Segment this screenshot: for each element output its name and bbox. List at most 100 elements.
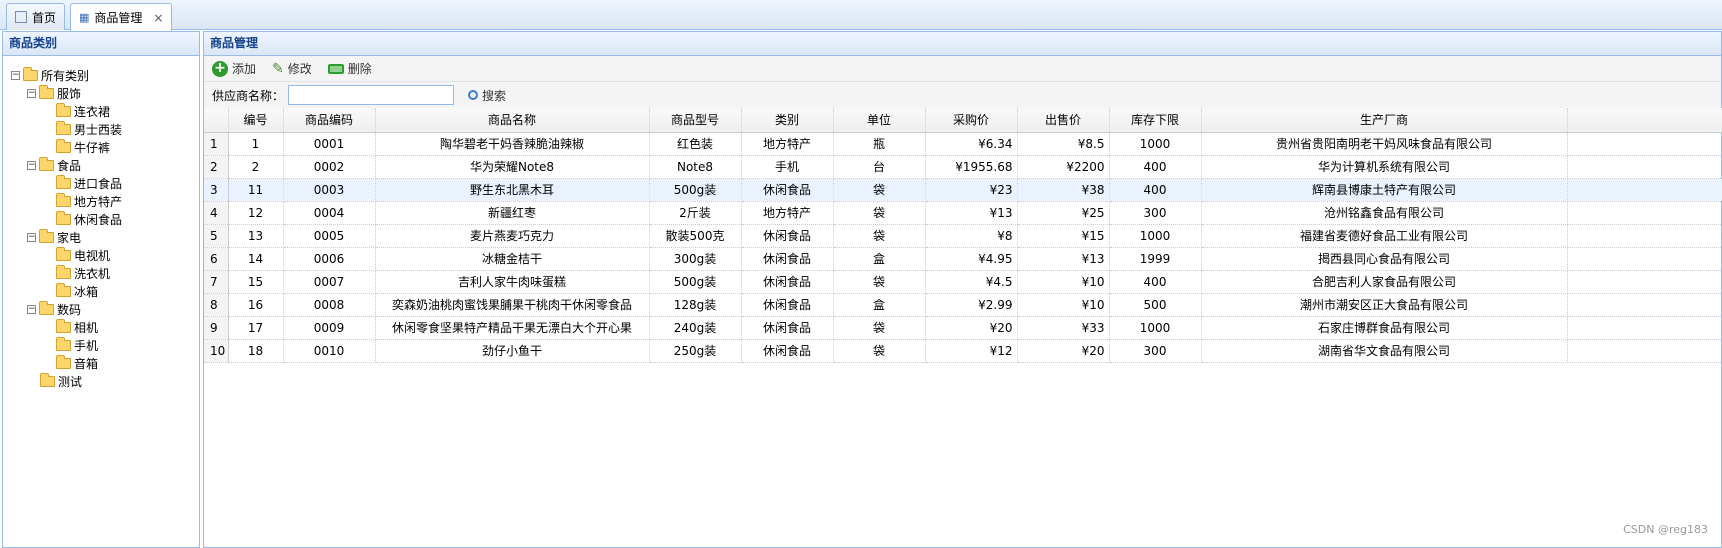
product-panel-title: 商品管理 — [204, 32, 1721, 56]
table-cell: 13 — [228, 224, 284, 248]
column-header[interactable]: 单位 — [833, 108, 926, 133]
table-row[interactable]: 10 18 0010 劲仔小鱼干 250g装 休闲食品袋 ¥12 ¥20 300 湖南省华文食品有… — [204, 339, 1722, 363]
tree-node-label: 食品 — [57, 158, 82, 173]
table-cell: 休闲食品 — [741, 293, 834, 317]
tree-node[interactable]: 测试 — [3, 372, 199, 390]
row-filler — [1567, 132, 1722, 156]
table-cell: 沧州铭鑫食品有限公司 — [1201, 201, 1568, 225]
search-button[interactable]: 搜索 — [468, 87, 506, 104]
table-cell: 冰糖金桔干 — [375, 247, 650, 271]
tree-node[interactable]: 牛仔裤 — [3, 138, 199, 156]
search-button-label: 搜索 — [482, 88, 507, 103]
table-cell: 11 — [228, 178, 284, 202]
row-number: 2 — [204, 155, 229, 179]
tree-node[interactable]: 相机 — [3, 318, 199, 336]
tree-node-label: 地方特产 — [74, 194, 123, 209]
tree-node[interactable]: 音箱 — [3, 354, 199, 372]
column-header[interactable]: 商品名称 — [375, 108, 650, 133]
tree-node[interactable]: 男士西装 — [3, 120, 199, 138]
add-button-label: 添加 — [232, 62, 257, 76]
tree-node[interactable]: − 食品 — [3, 156, 199, 174]
table-row[interactable]: 4 12 0004 新疆红枣 2斤装 地方特产袋 ¥13 ¥25 300 沧州铭鑫食品有限公司 — [204, 201, 1722, 225]
delete-button[interactable]: 删除 — [327, 60, 372, 77]
collapse-icon[interactable]: − — [27, 160, 36, 170]
category-panel: 商品类别 − 所有类别 − 服饰 连衣裙 男士西装 牛仔裤 − 食品进口食品地方特产 休闲食品 − 家… — [2, 31, 200, 548]
category-panel-title: 商品类别 — [3, 32, 199, 56]
column-header[interactable]: 出售价 — [1017, 108, 1110, 133]
row-number: 9 — [204, 316, 229, 340]
tree-node[interactable]: 进口食品 — [3, 174, 199, 192]
column-header[interactable]: 商品编码 — [283, 108, 376, 133]
folder-icon — [39, 84, 54, 99]
table-cell: 休闲食品 — [741, 270, 834, 294]
table-cell: 2斤装 — [649, 201, 742, 225]
tab-home-label: 首页 — [32, 10, 57, 25]
table-row[interactable]: 7 15 0007 吉利人家牛肉味蛋糕 500g装 休闲食品袋 ¥4.5 ¥10 400 合肥吉利… — [204, 270, 1722, 294]
tree-node-label: 冰箱 — [74, 284, 99, 299]
column-header[interactable]: 采购价 — [925, 108, 1018, 133]
column-header[interactable]: 类别 — [741, 108, 834, 133]
collapse-icon[interactable]: − — [27, 232, 36, 242]
tree-node[interactable]: 电视机 — [3, 246, 199, 264]
tree-node[interactable]: 洗衣机 — [3, 264, 199, 282]
table-cell: 辉南县博康土特产有限公司 — [1201, 178, 1568, 202]
folder-icon — [56, 354, 71, 369]
tree-node[interactable]: 手机 — [3, 336, 199, 354]
add-button[interactable]: + 添加 — [212, 60, 256, 77]
table-cell: 1999 — [1109, 247, 1202, 271]
row-number-header — [204, 108, 229, 133]
column-header[interactable]: 商品型号 — [649, 108, 742, 133]
folder-icon — [56, 246, 71, 261]
tab-product-management[interactable]: ▦ 商品管理 × — [70, 3, 173, 31]
table-row[interactable]: 5 13 0005 麦片燕麦巧克力 散装500克 休闲食品袋 ¥8 ¥15 1000 福建省麦德好… — [204, 224, 1722, 248]
table-cell: 0005 — [283, 224, 376, 248]
column-header[interactable]: 生产厂商 — [1201, 108, 1568, 133]
table-cell: ¥6.34 — [925, 132, 1018, 156]
table-row[interactable]: 8 16 0008 奕森奶油桃肉蜜饯果脯果干桃肉干休闲零食品 128g装 休闲食品盒 ¥2.… — [204, 293, 1722, 317]
folder-icon — [39, 228, 54, 243]
collapse-icon[interactable]: − — [27, 304, 36, 314]
table-row[interactable]: 3 11 0003 野生东北黑木耳 500g装 休闲食品袋 ¥23 ¥38 400 辉南县博康土特… — [204, 178, 1722, 202]
product-grid: 编号 商品编码 商品名称 商品型号 类别 单位 采购价 出售价 库存下限 生产厂商 1 1 0001 陶… — [204, 108, 1722, 363]
tree-node[interactable]: − 服饰 — [3, 84, 199, 102]
table-cell: 盒 — [833, 293, 926, 317]
table-cell: 合肥吉利人家食品有限公司 — [1201, 270, 1568, 294]
edit-button[interactable]: ✎ 修改 — [272, 60, 312, 77]
tree-node[interactable]: 地方特产 — [3, 192, 199, 210]
tree-node[interactable]: 休闲食品 — [3, 210, 199, 228]
table-cell: ¥8 — [925, 224, 1018, 248]
table-cell: 台 — [833, 155, 926, 179]
tree-node[interactable]: − 所有类别 — [3, 66, 199, 84]
tab-home[interactable]: 首页 — [6, 3, 66, 30]
table-row[interactable]: 6 14 0006 冰糖金桔干 300g装 休闲食品盒 ¥4.95 ¥13 1999 揭西县同心食… — [204, 247, 1722, 271]
tree-node[interactable]: − 家电 — [3, 228, 199, 246]
table-cell: 1000 — [1109, 132, 1202, 156]
table-cell: 手机 — [741, 155, 834, 179]
collapse-icon[interactable]: − — [11, 70, 20, 80]
row-filler — [1567, 224, 1722, 248]
table-cell: ¥13 — [925, 201, 1018, 225]
table-row[interactable]: 9 17 0009 休闲零食坚果特产精品干果无漂白大个开心果 240g装 休闲食品袋 ¥20… — [204, 316, 1722, 340]
table-cell: 盒 — [833, 247, 926, 271]
table-cell: 地方特产 — [741, 132, 834, 156]
table-row[interactable]: 1 1 0001 陶华碧老干妈香辣脆油辣椒 红色装 地方特产瓶 ¥6.34 ¥8.5 1000 贵… — [204, 132, 1722, 156]
tree-node[interactable]: 冰箱 — [3, 282, 199, 300]
table-cell: ¥4.95 — [925, 247, 1018, 271]
column-header[interactable]: 编号 — [228, 108, 284, 133]
edit-button-label: 修改 — [287, 62, 312, 76]
tree-node-label: 进口食品 — [74, 176, 123, 191]
close-icon[interactable]: × — [153, 11, 163, 25]
tree-node-label: 洗衣机 — [74, 266, 111, 281]
supplier-name-input[interactable] — [288, 85, 455, 105]
collapse-icon[interactable]: − — [27, 88, 36, 98]
table-cell: ¥2.99 — [925, 293, 1018, 317]
supplier-name-label: 供应商名称： — [212, 88, 285, 103]
tree-node[interactable]: − 数码 — [3, 300, 199, 318]
table-row[interactable]: 2 2 0002 华为荣耀Note8 Note8 手机台 ¥1955.68 ¥2200 400 华… — [204, 155, 1722, 179]
folder-icon — [56, 336, 71, 351]
table-cell: 1 — [228, 132, 284, 156]
tree-node[interactable]: 连衣裙 — [3, 102, 199, 120]
column-header[interactable]: 库存下限 — [1109, 108, 1202, 133]
table-cell: 华为荣耀Note8 — [375, 155, 650, 179]
delete-button-label: 删除 — [347, 62, 372, 76]
